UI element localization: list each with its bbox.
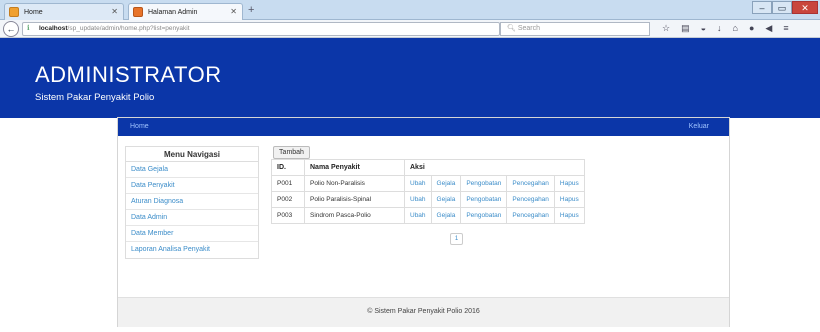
back-arrow-icon[interactable]: ← — [3, 21, 19, 37]
delete-link[interactable]: Hapus — [553, 191, 585, 208]
browser-nav-bar: ← ℹ localhost/sp_update/admin/home.php?l… — [0, 20, 820, 38]
home-favicon-icon — [9, 7, 19, 17]
page-title: ADMINISTRATOR — [35, 62, 222, 87]
close-window-icon[interactable]: ✕ — [792, 1, 818, 14]
edit-link[interactable]: Ubah — [404, 191, 432, 208]
prevention-link[interactable]: Pencegahan — [506, 175, 555, 192]
menu-title: Menu Navigasi — [126, 147, 258, 162]
search-input[interactable]: 🔍︎ Search — [500, 22, 650, 36]
disease-table: ID. Nama Penyakit Aksi P001 Polio Non-Pa… — [271, 159, 585, 224]
minimize-icon[interactable]: – — [752, 1, 772, 14]
menu-item-data-member[interactable]: Data Member — [126, 226, 258, 242]
tab-home[interactable]: Home ✕ — [4, 3, 124, 20]
close-tab-icon[interactable]: ✕ — [230, 7, 237, 16]
prevention-link[interactable]: Pencegahan — [506, 207, 555, 224]
maximize-icon[interactable]: ▭ — [772, 1, 792, 14]
treatment-link[interactable]: Pengobatan — [460, 207, 508, 224]
delete-link[interactable]: Hapus — [553, 207, 585, 224]
menu-item-aturan-diagnosa[interactable]: Aturan Diagnosa — [126, 194, 258, 210]
address-bar[interactable]: ℹ localhost/sp_update/admin/home.php?lis… — [22, 22, 500, 36]
page-header: ADMINISTRATOR Sistem Pakar Penyakit Poli… — [0, 38, 820, 118]
column-header-id: ID. — [271, 159, 305, 176]
column-header-actions: Aksi — [404, 159, 585, 176]
logout-link[interactable]: Keluar — [689, 123, 709, 130]
prevention-link[interactable]: Pencegahan — [506, 191, 555, 208]
symptoms-link[interactable]: Gejala — [430, 207, 462, 224]
search-placeholder: Search — [517, 25, 541, 32]
cell-id: P002 — [271, 191, 305, 208]
tab-home-label: Home — [24, 8, 43, 16]
treatment-link[interactable]: Pengobatan — [460, 191, 508, 208]
treatment-link[interactable]: Pengobatan — [460, 175, 508, 192]
menu-icon[interactable]: ≡ — [783, 23, 788, 34]
cell-name: Polio Paralisis-Spinal — [304, 191, 405, 208]
toolbar-icons: ☆ ▤ ◒ ↓ ⌂ ● ◀ ≡ — [662, 23, 789, 34]
cell-id: P001 — [271, 175, 305, 192]
main-container: Home Keluar Menu Navigasi Data Gejala Da… — [117, 117, 730, 327]
home-link[interactable]: Home — [130, 123, 149, 130]
bookmark-star-icon[interactable]: ☆ — [662, 23, 670, 34]
edit-link[interactable]: Ubah — [404, 175, 432, 192]
table-header-row: ID. Nama Penyakit Aksi — [271, 159, 585, 176]
home-icon[interactable]: ⌂ — [733, 23, 738, 34]
chat-icon[interactable]: ● — [749, 23, 754, 34]
table-row: P002 Polio Paralisis-Spinal Ubah Gejala … — [271, 191, 585, 208]
cell-name: Sindrom Pasca-Polio — [304, 207, 405, 224]
symptoms-link[interactable]: Gejala — [430, 191, 462, 208]
tab-halaman-admin[interactable]: Halaman Admin ✕ — [128, 3, 243, 20]
page-footer: © Sistem Pakar Penyakit Polio 2016 — [118, 297, 729, 327]
new-tab-icon[interactable]: + — [248, 3, 254, 17]
menu-item-data-admin[interactable]: Data Admin — [126, 210, 258, 226]
column-header-name: Nama Penyakit — [304, 159, 405, 176]
table-row: P003 Sindrom Pasca-Polio Ubah Gejala Pen… — [271, 207, 585, 224]
admin-favicon-icon — [133, 7, 143, 17]
edit-link[interactable]: Ubah — [404, 207, 432, 224]
url-host: localhost — [39, 25, 68, 32]
menu-item-data-penyakit[interactable]: Data Penyakit — [126, 178, 258, 194]
cell-id: P003 — [271, 207, 305, 224]
menu-item-laporan-analisa[interactable]: Laporan Analisa Penyakit — [126, 242, 258, 258]
top-navbar: Home Keluar — [118, 118, 729, 136]
browser-tab-bar: Home ✕ Halaman Admin ✕ + – ▭ ✕ — [0, 0, 820, 20]
navigation-menu: Menu Navigasi Data Gejala Data Penyakit … — [125, 146, 259, 259]
symptoms-link[interactable]: Gejala — [430, 175, 462, 192]
table-row: P001 Polio Non-Paralisis Ubah Gejala Pen… — [271, 175, 585, 192]
pagination-page-1[interactable]: 1 — [450, 233, 463, 245]
cell-name: Polio Non-Paralisis — [304, 175, 405, 192]
url-path: /sp_update/admin/home.php?list=penyakit — [67, 25, 190, 32]
search-icon: 🔍︎ — [507, 25, 516, 32]
download-arrow-icon[interactable]: ↓ — [717, 23, 722, 34]
pocket-icon[interactable]: ◒ — [701, 23, 706, 34]
close-tab-icon[interactable]: ✕ — [111, 7, 118, 16]
send-icon[interactable]: ◀ — [765, 23, 772, 34]
menu-item-data-gejala[interactable]: Data Gejala — [126, 162, 258, 178]
add-button[interactable]: Tambah — [273, 146, 310, 159]
page-subtitle: Sistem Pakar Penyakit Polio — [35, 92, 155, 103]
tab-admin-label: Halaman Admin — [148, 8, 198, 16]
site-info-icon[interactable]: ℹ — [27, 23, 30, 35]
reading-list-icon[interactable]: ▤ — [681, 23, 690, 34]
delete-link[interactable]: Hapus — [553, 175, 585, 192]
